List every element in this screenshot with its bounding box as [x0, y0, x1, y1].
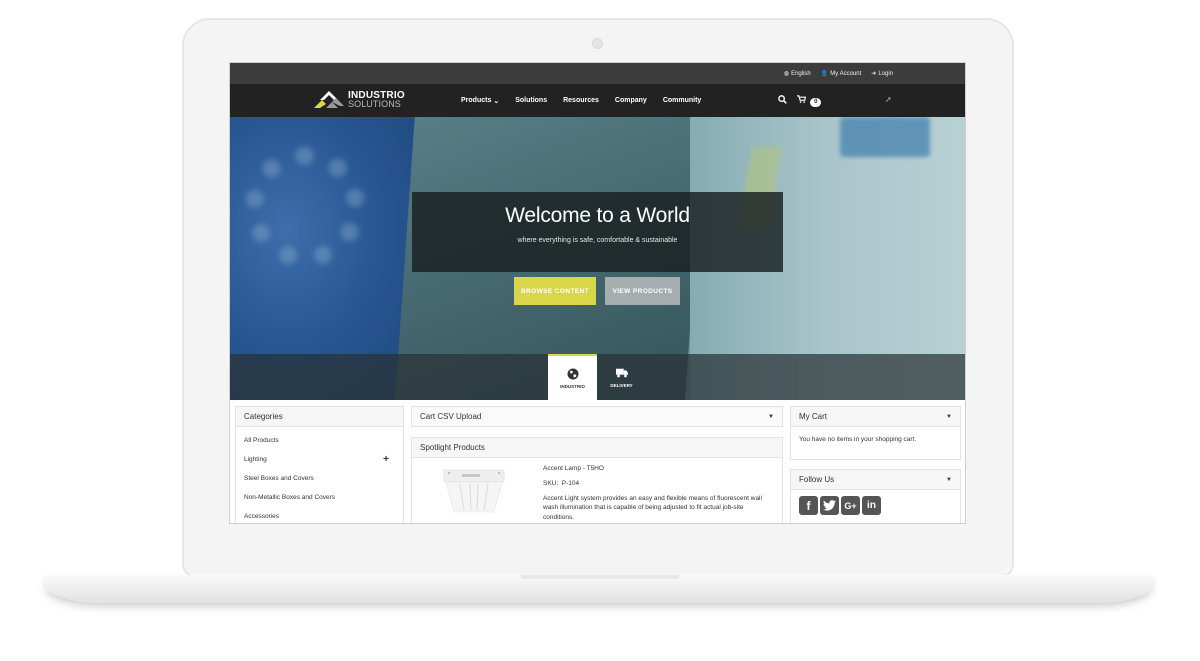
- sku-value: P-104: [561, 480, 580, 488]
- language-label: English: [791, 70, 811, 77]
- linkedin-icon[interactable]: in: [862, 496, 881, 515]
- follow-us-title: Follow Us: [799, 475, 835, 484]
- chevron-down-icon: ⌄: [493, 97, 500, 105]
- content-area: Categories All Products Lighting + Steel…: [230, 400, 965, 523]
- spotlight-header: Spotlight Products: [412, 438, 782, 458]
- cart-icon: [797, 94, 808, 105]
- cart-empty-message: You have no items in your shopping cart.: [799, 436, 917, 443]
- user-icon: 👤: [820, 71, 829, 77]
- nav-products[interactable]: Products ⌄: [461, 97, 499, 105]
- truck-icon: [615, 368, 628, 377]
- product-image[interactable]: [440, 468, 508, 518]
- brand-tagline: SOLUTIONS: [348, 99, 401, 109]
- laptop-mockup: ◍ English 👤 My Account ➜ Login INDUSTRIO…: [0, 0, 1200, 661]
- nav-community[interactable]: Community: [663, 97, 702, 104]
- search-icon[interactable]: [778, 95, 787, 106]
- browse-content-button[interactable]: BROWSE CONTENT: [514, 277, 596, 305]
- category-item-lighting[interactable]: Lighting +: [244, 450, 403, 469]
- main-navbar: INDUSTRIO SOLUTIONS Products ⌄ Solutions…: [230, 84, 965, 117]
- hero-caption-box: Welcome to a World where everything is s…: [412, 192, 783, 272]
- hero-title: Welcome to a World: [505, 204, 690, 227]
- expand-plus-icon[interactable]: +: [383, 454, 389, 465]
- category-item-all-products[interactable]: All Products: [244, 431, 403, 450]
- tab-delivery[interactable]: DELIVERY: [597, 354, 646, 400]
- laptop-base: [42, 575, 1156, 603]
- caret-down-icon[interactable]: ▼: [946, 477, 952, 483]
- my-cart-title: My Cart: [799, 412, 827, 421]
- twitter-icon[interactable]: [820, 496, 839, 515]
- product-name[interactable]: Accent Lamp - T5HO: [543, 464, 773, 473]
- nav-solutions[interactable]: Solutions: [515, 97, 547, 104]
- my-account-label: My Account: [830, 70, 862, 77]
- logo-mark-icon: [314, 91, 344, 108]
- language-link[interactable]: ◍ English: [783, 70, 811, 78]
- cart-button[interactable]: 0: [797, 94, 822, 107]
- category-label: Non-Metallic Boxes and Covers: [244, 494, 336, 501]
- mouse-pointer-icon: ➚: [885, 95, 892, 104]
- my-cart-panel: My Cart ▼ You have no items in your shop…: [790, 406, 961, 460]
- google-plus-icon[interactable]: G+: [841, 496, 860, 515]
- cart-csv-upload-title: Cart CSV Upload: [420, 412, 482, 421]
- category-label: Accessories: [244, 513, 280, 520]
- category-item-non-metallic-boxes[interactable]: Non-Metallic Boxes and Covers: [244, 488, 403, 507]
- hero-subtitle: where everything is safe, comfortable & …: [517, 237, 678, 244]
- category-label: Lighting: [244, 456, 267, 463]
- login-link[interactable]: ➜ Login: [871, 70, 893, 78]
- caret-down-icon[interactable]: ▼: [946, 414, 952, 420]
- brand-logo[interactable]: INDUSTRIO SOLUTIONS: [312, 90, 405, 110]
- utility-bar: ◍ English 👤 My Account ➜ Login: [230, 63, 965, 84]
- view-products-button[interactable]: VIEW PRODUCTS: [605, 277, 680, 305]
- webcam: [592, 38, 603, 49]
- category-label: All Products: [244, 437, 279, 444]
- product-description: Accent Light system provides an easy and…: [543, 494, 762, 521]
- tab-industrio[interactable]: INDUSTRIO: [548, 354, 597, 400]
- product-card: Accent Lamp - T5HO SKU: P-104 Accent Lig…: [412, 458, 782, 523]
- nav-actions: 0: [778, 84, 822, 117]
- product-sku: SKU: P-104: [543, 479, 773, 488]
- categories-panel: Categories All Products Lighting + Steel…: [235, 406, 404, 523]
- globe-icon: ◍: [783, 71, 790, 77]
- categories-header: Categories: [236, 407, 403, 427]
- tab-industrio-label: INDUSTRIO: [560, 383, 585, 389]
- browser-screen: ◍ English 👤 My Account ➜ Login INDUSTRIO…: [229, 62, 966, 524]
- cart-csv-upload-panel[interactable]: Cart CSV Upload ▼: [411, 406, 783, 427]
- category-item-steel-boxes[interactable]: Steel Boxes and Covers: [244, 469, 403, 488]
- nav-company[interactable]: Company: [615, 97, 647, 104]
- category-label: Steel Boxes and Covers: [244, 475, 314, 482]
- spotlight-products-panel: Spotlight Products Accent Lamp - T5HO SK…: [411, 437, 783, 523]
- sign-in-icon: ➜: [871, 71, 877, 77]
- laptop-notch: [520, 575, 680, 579]
- follow-us-header[interactable]: Follow Us ▼: [791, 470, 960, 490]
- tab-delivery-label: DELIVERY: [610, 382, 633, 388]
- cart-count-badge: 0: [810, 97, 822, 107]
- cart-csv-upload-header[interactable]: Cart CSV Upload ▼: [412, 407, 782, 426]
- nav-resources[interactable]: Resources: [563, 97, 599, 104]
- login-label: Login: [878, 70, 893, 77]
- facebook-icon[interactable]: f: [799, 496, 818, 515]
- my-account-link[interactable]: 👤 My Account: [820, 70, 862, 78]
- nav-products-label: Products: [461, 97, 492, 104]
- categories-title: Categories: [244, 412, 283, 421]
- hero-banner: Welcome to a World where everything is s…: [230, 117, 965, 400]
- my-cart-header[interactable]: My Cart ▼: [791, 407, 960, 427]
- category-item-accessories[interactable]: Accessories: [244, 507, 403, 523]
- category-list: All Products Lighting + Steel Boxes and …: [236, 427, 403, 523]
- product-info: Accent Lamp - T5HO SKU: P-104 Accent Lig…: [543, 464, 773, 522]
- main-menu: Products ⌄ Solutions Resources Company C…: [461, 84, 701, 117]
- caret-down-icon[interactable]: ▼: [768, 414, 774, 420]
- social-links: f G+ in: [791, 490, 960, 521]
- globe-icon: [567, 368, 578, 379]
- follow-us-panel: Follow Us ▼ f G+ in: [790, 469, 961, 523]
- spotlight-title: Spotlight Products: [420, 443, 485, 452]
- sku-label: SKU:: [543, 480, 559, 488]
